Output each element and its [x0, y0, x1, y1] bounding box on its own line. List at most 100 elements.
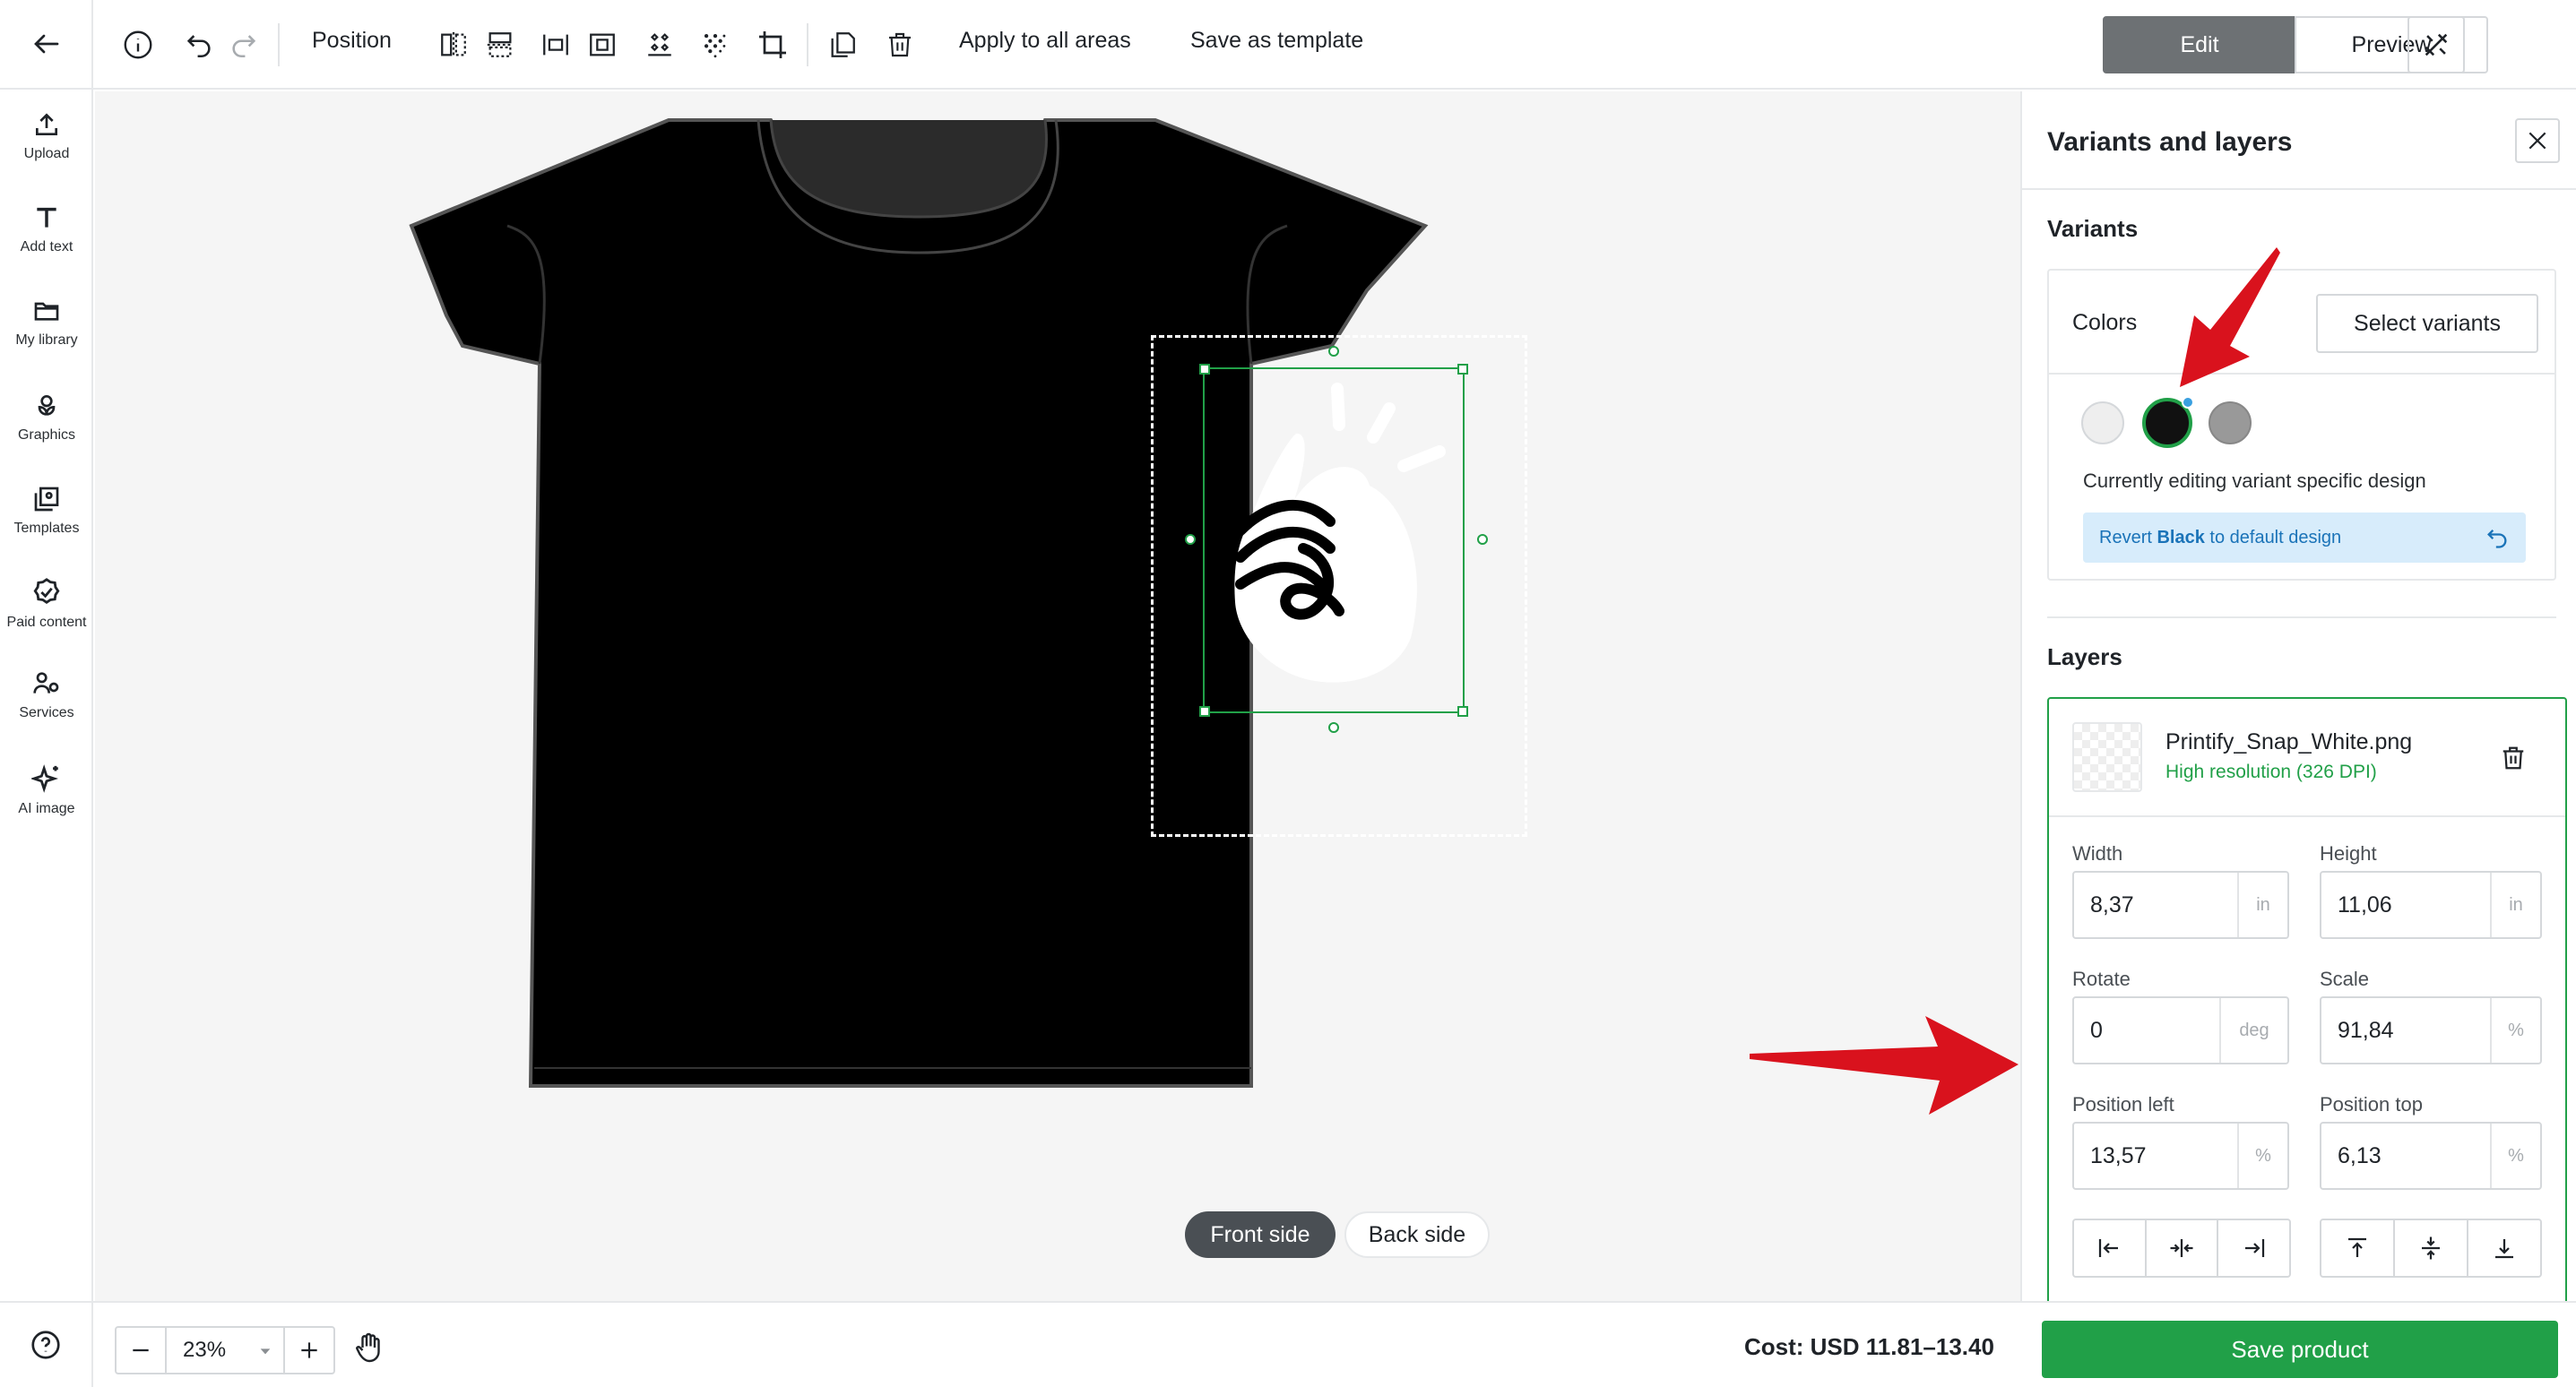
save-as-template-button[interactable]: Save as template — [1190, 28, 1363, 54]
layer-card[interactable]: Printify_Snap_White.png High resolution … — [2047, 697, 2567, 1301]
rotate-handle[interactable] — [1328, 346, 1339, 357]
height-input[interactable]: 11,06 in — [2320, 871, 2542, 939]
sidebar-item-add-text[interactable]: Add text — [0, 186, 93, 272]
select-variants-button[interactable]: Select variants — [2316, 294, 2538, 353]
help-icon — [31, 1331, 60, 1359]
bottom-handle[interactable] — [1328, 722, 1339, 733]
align-right-button[interactable] — [2218, 1220, 2289, 1276]
zoom-out-button[interactable] — [117, 1328, 165, 1373]
crop-button[interactable] — [753, 25, 792, 65]
scale-value[interactable]: 91,84 — [2321, 998, 2490, 1063]
close-icon — [2528, 132, 2546, 150]
edit-tab[interactable]: Edit — [2103, 16, 2296, 73]
revert-icon — [2487, 530, 2507, 548]
align-top-button[interactable] — [2321, 1220, 2395, 1276]
scale-input[interactable]: 91,84 % — [2320, 996, 2542, 1064]
height-value[interactable]: 11,06 — [2321, 873, 2490, 937]
apply-to-all-areas-button[interactable]: Apply to all areas — [959, 28, 1131, 54]
position-left-value[interactable]: 13,57 — [2074, 1124, 2237, 1188]
tools-button[interactable] — [2407, 16, 2465, 73]
zoom-in-button[interactable] — [285, 1328, 333, 1373]
save-product-button[interactable]: Save product — [2042, 1321, 2558, 1378]
position-button[interactable]: Position — [312, 28, 392, 54]
sidebar-item-graphics[interactable]: Graphics — [0, 375, 93, 461]
back-side-button[interactable]: Back side — [1344, 1211, 1490, 1258]
fit-height-button[interactable] — [583, 25, 622, 65]
color-swatch-white[interactable] — [2081, 401, 2124, 444]
zoom-value: 23% — [183, 1338, 227, 1362]
pattern-icon — [648, 33, 671, 56]
zoom-control: 23% — [115, 1326, 335, 1374]
delete-layer-button[interactable] — [2495, 740, 2531, 776]
align-right-icon — [2244, 1239, 2264, 1257]
redo-button[interactable] — [224, 25, 264, 65]
bottom-bar: 23% Cost: USD 11.81–13.40 Save product — [0, 1301, 2576, 1387]
width-input[interactable]: 8,37 in — [2072, 871, 2289, 939]
position-top-value[interactable]: 6,13 — [2321, 1124, 2490, 1188]
editing-note: Currently editing variant specific desig… — [2083, 470, 2426, 492]
revert-banner[interactable]: Revert Black to default design — [2083, 513, 2526, 563]
chevron-down-icon — [260, 1348, 271, 1355]
halftone-icon — [704, 33, 726, 58]
width-label: Width — [2072, 842, 2123, 865]
help-button[interactable] — [0, 1303, 93, 1387]
halftone-button[interactable] — [696, 25, 735, 65]
side-handle-left[interactable] — [1185, 534, 1196, 545]
info-button[interactable] — [118, 25, 158, 65]
resize-handle[interactable] — [1457, 706, 1468, 717]
duplicate-icon — [831, 32, 855, 57]
scale-unit: % — [2490, 998, 2540, 1063]
back-button[interactable] — [0, 0, 93, 90]
revert-color: Black — [2157, 527, 2205, 547]
plus-icon — [301, 1342, 317, 1358]
undo-button[interactable] — [179, 25, 219, 65]
sidebar-item-label: Services — [19, 705, 74, 720]
fit-width-button[interactable] — [536, 25, 575, 65]
width-unit: in — [2237, 873, 2287, 937]
minus-icon — [133, 1348, 149, 1352]
sidebar-item-services[interactable]: Services — [0, 652, 93, 738]
design-layer[interactable] — [1199, 364, 1468, 717]
align-center-vertical-button[interactable] — [2395, 1220, 2468, 1276]
flip-vertical-button[interactable] — [480, 25, 520, 65]
align-bottom-button[interactable] — [2468, 1220, 2540, 1276]
resize-handle[interactable] — [1199, 706, 1210, 717]
snap-logo-graphic — [1234, 383, 1446, 683]
sidebar-item-ai-image[interactable]: AI image — [0, 747, 93, 833]
layer-filename: Printify_Snap_White.png — [2165, 729, 2413, 754]
align-bottom-icon — [2495, 1239, 2513, 1259]
red-arrow-annotation — [1750, 1016, 2018, 1115]
position-left-input[interactable]: 13,57 % — [2072, 1122, 2289, 1190]
front-side-button[interactable]: Front side — [1185, 1211, 1336, 1258]
align-center-horizontal-button[interactable] — [2147, 1220, 2219, 1276]
sidebar-item-templates[interactable]: Templates — [0, 468, 93, 554]
width-value[interactable]: 8,37 — [2074, 873, 2237, 937]
left-sidebar: Upload Add text My library Graphics Temp… — [0, 0, 93, 1301]
position-top-input[interactable]: 6,13 % — [2320, 1122, 2542, 1190]
tools-icon — [2425, 33, 2448, 56]
rotate-value[interactable]: 0 — [2074, 998, 2219, 1063]
pattern-button[interactable] — [640, 25, 679, 65]
duplicate-button[interactable] — [823, 25, 862, 65]
color-swatch-heather[interactable] — [2209, 401, 2252, 444]
flip-horizontal-button[interactable] — [434, 25, 473, 65]
arrow-left-icon — [34, 34, 59, 54]
sidebar-item-paid-content[interactable]: Paid content — [0, 561, 93, 647]
rotate-input[interactable]: 0 deg — [2072, 996, 2289, 1064]
divider — [2047, 616, 2556, 618]
zoom-select[interactable]: 23% — [165, 1328, 285, 1373]
resize-handle[interactable] — [1199, 364, 1210, 375]
pan-tool-button[interactable] — [350, 1328, 389, 1367]
side-handle-right[interactable] — [1477, 534, 1488, 545]
sidebar-item-my-library[interactable]: My library — [0, 280, 93, 366]
design-canvas[interactable]: Front side Back side — [95, 91, 2020, 1301]
close-panel-button[interactable] — [2515, 118, 2560, 163]
align-left-button[interactable] — [2074, 1220, 2147, 1276]
resize-handle[interactable] — [1457, 364, 1468, 375]
layer-thumbnail — [2072, 722, 2142, 792]
sidebar-item-upload[interactable]: Upload — [0, 93, 93, 179]
variant-edited-dot — [2182, 396, 2194, 409]
position-top-unit: % — [2490, 1124, 2540, 1188]
delete-button[interactable] — [880, 25, 920, 65]
height-label: Height — [2320, 842, 2377, 865]
